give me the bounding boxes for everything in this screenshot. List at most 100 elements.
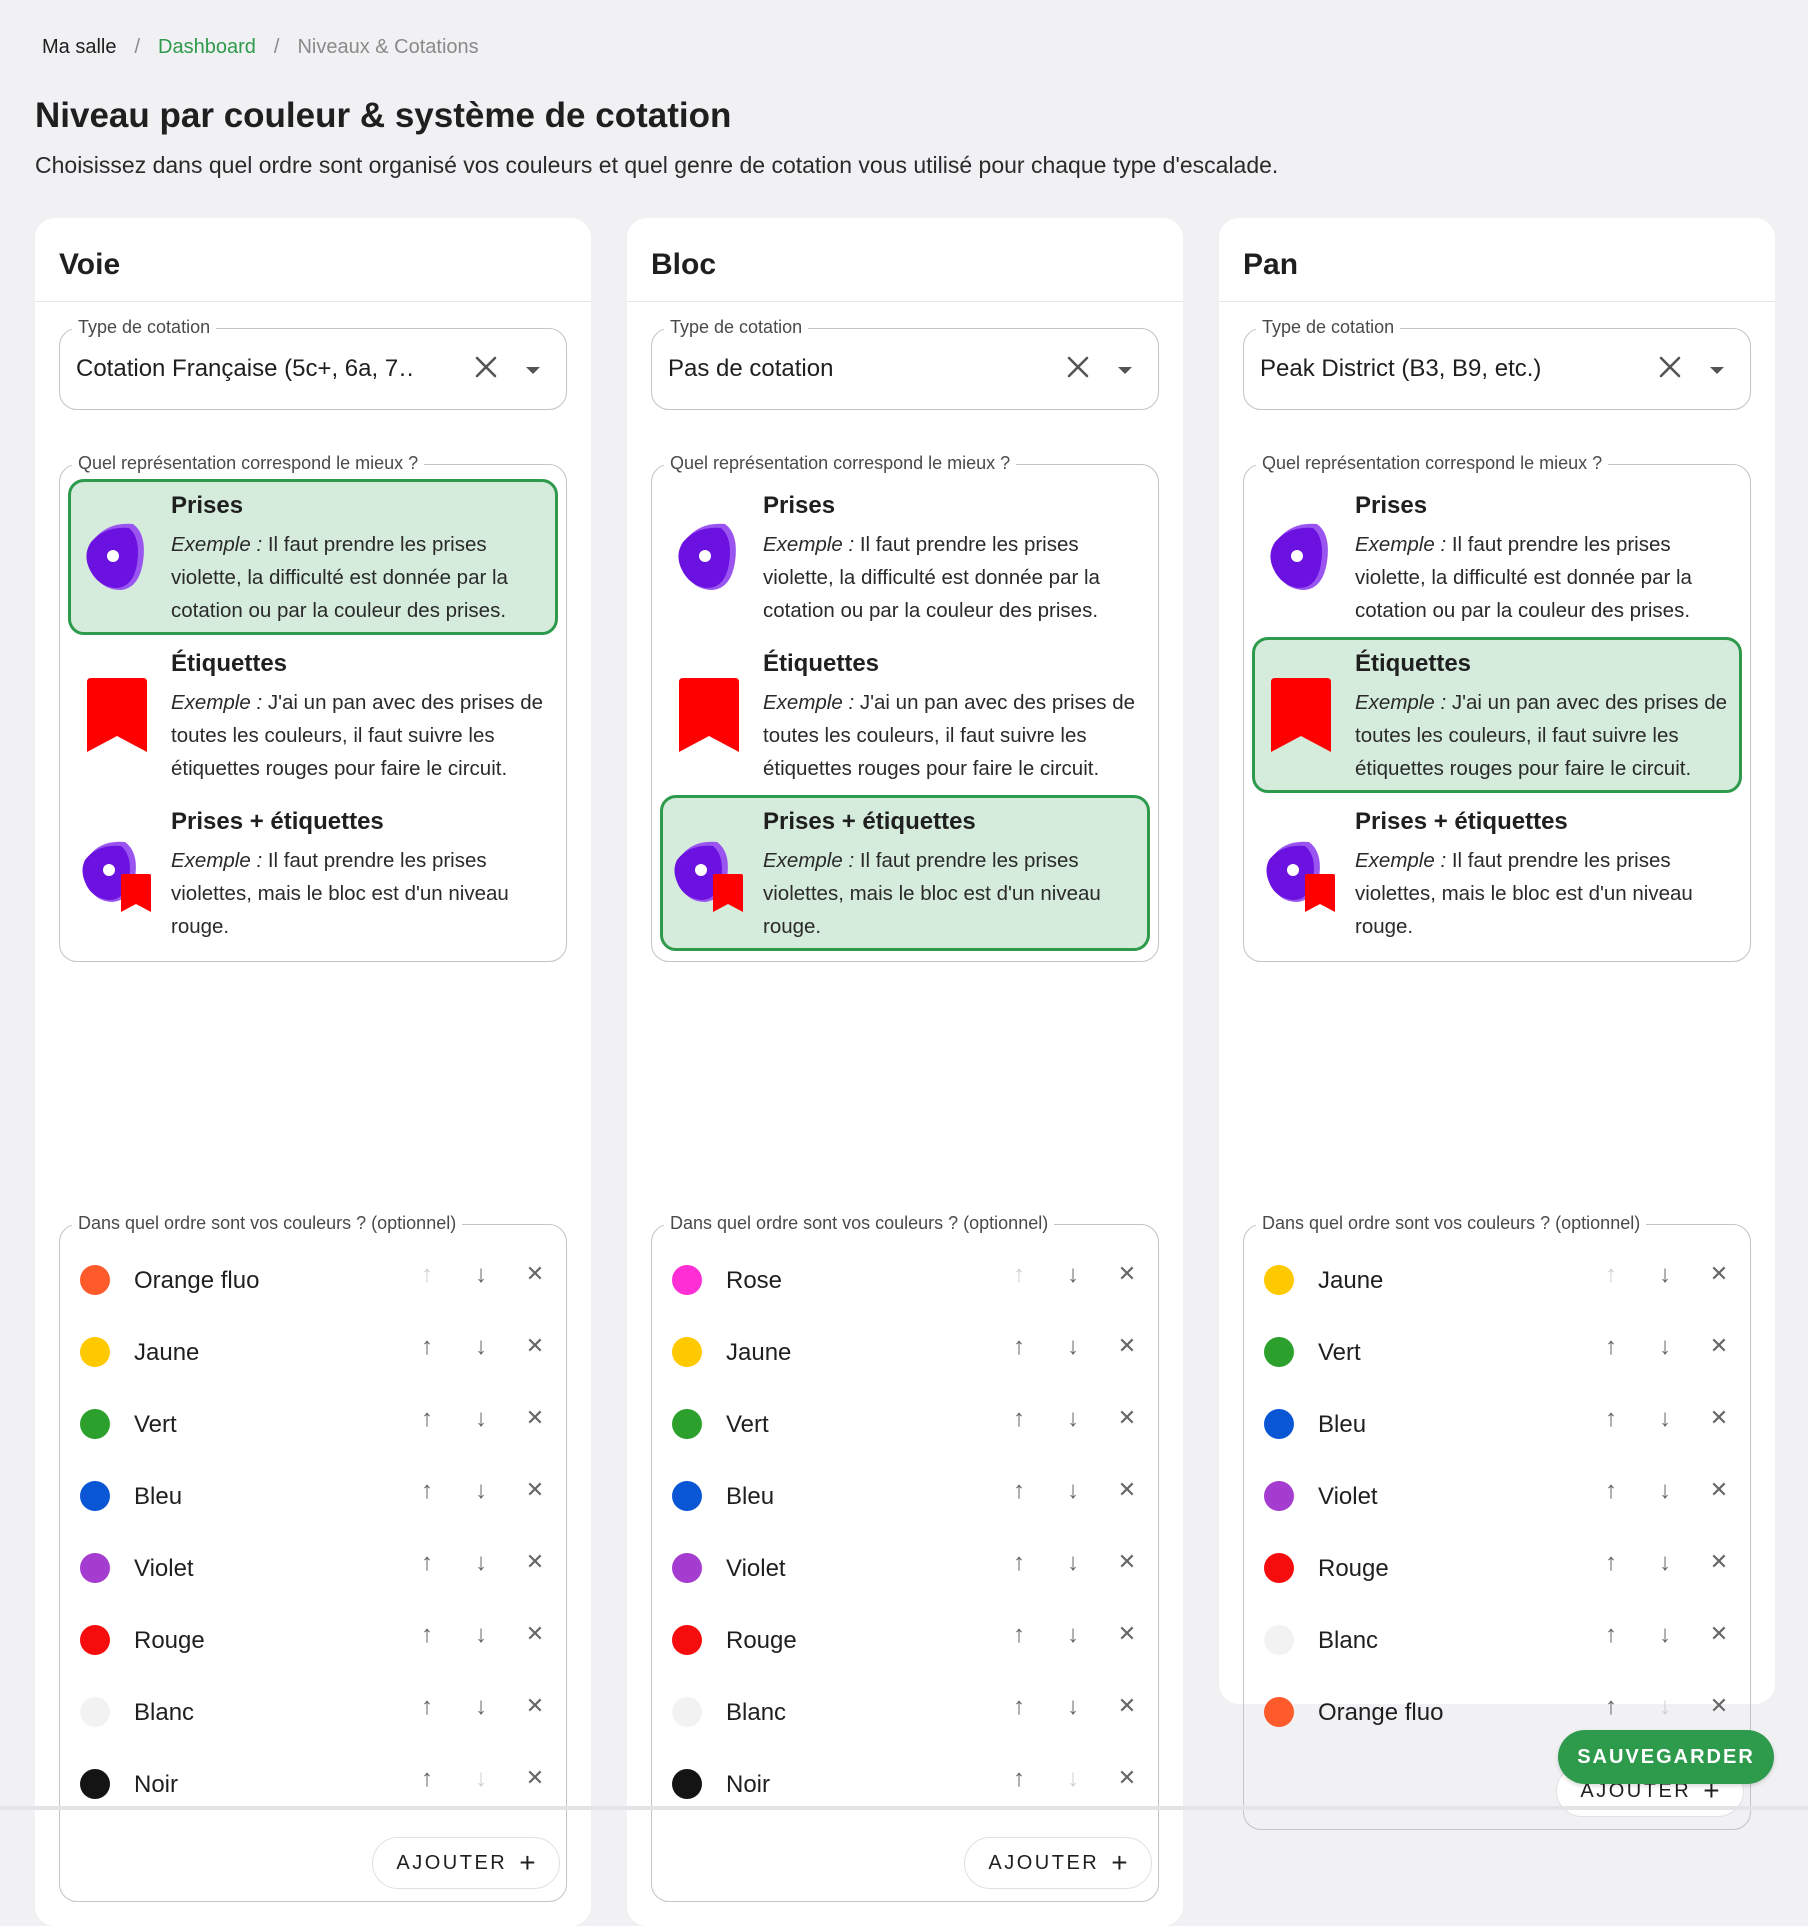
remove-icon[interactable]: ✕	[1112, 1333, 1142, 1359]
remove-icon[interactable]: ✕	[1704, 1477, 1734, 1503]
arrow-up-icon[interactable]: ↑	[1596, 1621, 1626, 1649]
remove-icon[interactable]: ✕	[1112, 1549, 1142, 1575]
remove-icon[interactable]: ✕	[1112, 1405, 1142, 1431]
grading-type-select[interactable]: Type de cotation Cotation Française (5c+…	[59, 317, 567, 410]
arrow-up-icon[interactable]: ↑	[1596, 1477, 1626, 1505]
arrow-down-icon[interactable]: ↓	[466, 1549, 496, 1577]
arrow-down-icon[interactable]: ↓	[1650, 1405, 1680, 1433]
remove-icon[interactable]: ✕	[1112, 1765, 1142, 1791]
remove-icon[interactable]: ✕	[520, 1549, 550, 1575]
arrow-up-icon[interactable]: ↑	[412, 1765, 442, 1793]
remove-icon[interactable]: ✕	[1704, 1621, 1734, 1647]
arrow-up-icon[interactable]: ↑	[1004, 1477, 1034, 1505]
arrow-down-icon[interactable]: ↓	[1650, 1621, 1680, 1649]
chevron-down-icon[interactable]	[1710, 367, 1724, 374]
arrow-down-icon[interactable]: ↓	[1058, 1765, 1088, 1793]
arrow-up-icon[interactable]: ↑	[412, 1405, 442, 1433]
representation-option-both[interactable]: Prises + étiquettes Exemple : Il faut pr…	[1252, 795, 1742, 951]
add-label: AJOUTER	[396, 1851, 508, 1874]
arrow-up-icon[interactable]: ↑	[412, 1333, 442, 1361]
arrow-up-icon[interactable]: ↑	[1004, 1333, 1034, 1361]
remove-icon[interactable]: ✕	[1112, 1477, 1142, 1503]
add-color-button[interactable]: AJOUTER +	[964, 1837, 1152, 1889]
arrow-down-icon[interactable]: ↓	[1650, 1333, 1680, 1361]
save-button[interactable]: SAUVEGARDER	[1558, 1730, 1774, 1784]
arrow-down-icon[interactable]: ↓	[466, 1333, 496, 1361]
representation-option-holds[interactable]: Prises Exemple : Il faut prendre les pri…	[1252, 479, 1742, 635]
color-row: Jaune ↑ ↓ ✕	[652, 1317, 1158, 1389]
option-description: Exemple : J'ai un pan avec des prises de…	[1355, 686, 1743, 785]
representation-option-both[interactable]: Prises + étiquettes Exemple : Il faut pr…	[68, 795, 558, 951]
remove-icon[interactable]: ✕	[520, 1477, 550, 1503]
arrow-down-icon[interactable]: ↓	[466, 1261, 496, 1289]
add-color-button[interactable]: AJOUTER +	[372, 1837, 560, 1889]
remove-icon[interactable]: ✕	[1704, 1261, 1734, 1287]
remove-icon[interactable]: ✕	[520, 1621, 550, 1647]
arrow-up-icon[interactable]: ↑	[412, 1621, 442, 1649]
remove-icon[interactable]: ✕	[1112, 1261, 1142, 1287]
remove-icon[interactable]: ✕	[520, 1261, 550, 1287]
remove-icon[interactable]: ✕	[1704, 1333, 1734, 1359]
color-swatch	[1264, 1481, 1294, 1511]
arrow-up-icon[interactable]: ↑	[1596, 1405, 1626, 1433]
clear-icon[interactable]	[472, 353, 500, 386]
arrow-up-icon[interactable]: ↑	[1596, 1549, 1626, 1577]
remove-icon[interactable]: ✕	[520, 1333, 550, 1359]
arrow-up-icon[interactable]: ↑	[412, 1261, 442, 1289]
remove-icon[interactable]: ✕	[520, 1405, 550, 1431]
remove-icon[interactable]: ✕	[520, 1765, 550, 1791]
representation-option-holds[interactable]: Prises Exemple : Il faut prendre les pri…	[68, 479, 558, 635]
arrow-down-icon[interactable]: ↓	[1058, 1333, 1088, 1361]
arrow-down-icon[interactable]: ↓	[466, 1693, 496, 1721]
arrow-up-icon[interactable]: ↑	[1004, 1693, 1034, 1721]
representation-option-tags[interactable]: Étiquettes Exemple : J'ai un pan avec de…	[660, 637, 1150, 793]
arrow-down-icon[interactable]: ↓	[1058, 1549, 1088, 1577]
remove-icon[interactable]: ✕	[1112, 1621, 1142, 1647]
arrow-up-icon[interactable]: ↑	[1004, 1549, 1034, 1577]
representation-option-tags[interactable]: Étiquettes Exemple : J'ai un pan avec de…	[1252, 637, 1742, 793]
arrow-down-icon[interactable]: ↓	[1650, 1477, 1680, 1505]
arrow-up-icon[interactable]: ↑	[1004, 1765, 1034, 1793]
arrow-down-icon[interactable]: ↓	[1058, 1405, 1088, 1433]
remove-icon[interactable]: ✕	[1704, 1693, 1734, 1719]
arrow-up-icon[interactable]: ↑	[412, 1477, 442, 1505]
grading-type-select[interactable]: Type de cotation Peak District (B3, B9, …	[1243, 317, 1751, 410]
arrow-down-icon[interactable]: ↓	[1058, 1261, 1088, 1289]
arrow-up-icon[interactable]: ↑	[412, 1693, 442, 1721]
tag-icon	[673, 676, 745, 756]
clear-icon[interactable]	[1656, 353, 1684, 386]
arrow-up-icon[interactable]: ↑	[1004, 1261, 1034, 1289]
arrow-up-icon[interactable]: ↑	[1596, 1333, 1626, 1361]
arrow-down-icon[interactable]: ↓	[466, 1765, 496, 1793]
arrow-up-icon[interactable]: ↑	[1004, 1405, 1034, 1433]
remove-icon[interactable]: ✕	[520, 1693, 550, 1719]
arrow-down-icon[interactable]: ↓	[1650, 1549, 1680, 1577]
breadcrumb-dashboard[interactable]: Dashboard	[158, 36, 256, 59]
remove-icon[interactable]: ✕	[1704, 1405, 1734, 1431]
remove-icon[interactable]: ✕	[1112, 1693, 1142, 1719]
arrow-up-icon[interactable]: ↑	[1004, 1621, 1034, 1649]
representation-option-holds[interactable]: Prises Exemple : Il faut prendre les pri…	[660, 479, 1150, 635]
arrow-down-icon[interactable]: ↓	[466, 1477, 496, 1505]
arrow-down-icon[interactable]: ↓	[1058, 1693, 1088, 1721]
remove-icon[interactable]: ✕	[1704, 1549, 1734, 1575]
representation-option-tags[interactable]: Étiquettes Exemple : J'ai un pan avec de…	[68, 637, 558, 793]
breadcrumb-home[interactable]: Ma salle	[42, 36, 116, 59]
arrow-up-icon[interactable]: ↑	[412, 1549, 442, 1577]
arrow-down-icon[interactable]: ↓	[1058, 1621, 1088, 1649]
option-description: Exemple : Il faut prendre les prises vio…	[1355, 844, 1743, 943]
arrow-up-icon[interactable]: ↑	[1596, 1693, 1626, 1721]
color-row: Jaune ↑ ↓ ✕	[60, 1317, 566, 1389]
arrow-down-icon[interactable]: ↓	[1058, 1477, 1088, 1505]
representation-option-both[interactable]: Prises + étiquettes Exemple : Il faut pr…	[660, 795, 1150, 951]
grading-type-select[interactable]: Type de cotation Pas de cotation	[651, 317, 1159, 410]
arrow-down-icon[interactable]: ↓	[1650, 1261, 1680, 1289]
arrow-down-icon[interactable]: ↓	[466, 1405, 496, 1433]
arrow-down-icon[interactable]: ↓	[466, 1621, 496, 1649]
arrow-up-icon[interactable]: ↑	[1596, 1261, 1626, 1289]
chevron-down-icon[interactable]	[1118, 367, 1132, 374]
chevron-down-icon[interactable]	[526, 367, 540, 374]
clear-icon[interactable]	[1064, 353, 1092, 386]
arrow-down-icon[interactable]: ↓	[1650, 1693, 1680, 1721]
color-row: Noir ↑ ↓ ✕	[60, 1749, 566, 1821]
